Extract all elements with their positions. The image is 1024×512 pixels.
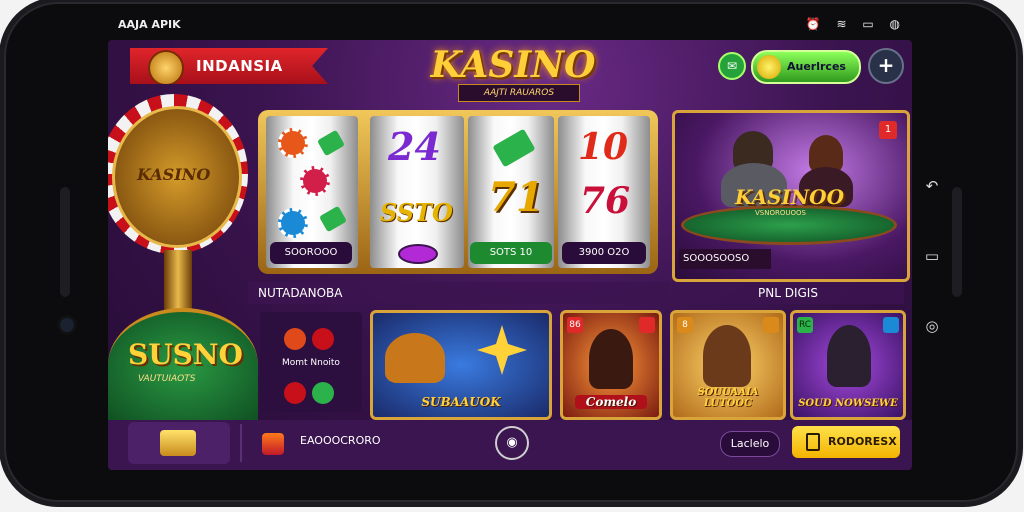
region-label: INDANSIA bbox=[196, 57, 283, 75]
disc-icon bbox=[398, 244, 438, 264]
mini-game-label: Momt Nnoito bbox=[282, 358, 340, 368]
favorite-icon[interactable] bbox=[763, 317, 779, 333]
character-art bbox=[385, 333, 445, 383]
game-card-1[interactable]: SUBAAUOK bbox=[370, 310, 552, 420]
reel-2-mid: SSTO bbox=[380, 198, 453, 227]
chip-icon bbox=[284, 328, 306, 350]
back-nav-icon[interactable]: ↶ bbox=[922, 176, 942, 196]
mini-game-tile[interactable]: Momt Nnoito bbox=[260, 312, 362, 412]
promo-icon[interactable] bbox=[262, 433, 284, 455]
favorite-icon[interactable] bbox=[639, 317, 655, 333]
chip-icon bbox=[300, 166, 330, 196]
live-label: SOOOSOOSO bbox=[679, 249, 771, 269]
reel-3-button[interactable]: SOTS 10 bbox=[470, 242, 552, 264]
deposit-button[interactable]: RODORESX bbox=[792, 426, 900, 458]
section-right: PNL DIGIS bbox=[672, 282, 904, 304]
gem-icon bbox=[492, 128, 536, 168]
coin-icon bbox=[757, 55, 781, 79]
reel-1-button[interactable]: SOOROOO bbox=[270, 242, 352, 264]
live-badge: 1 bbox=[879, 121, 897, 139]
reel-4-symbol: 10 bbox=[578, 126, 629, 168]
status-bar: AAJA APIK ⏰ ≋ ▭ ◍ bbox=[108, 14, 912, 36]
logo-subtitle: AAJTI RAUAROS bbox=[458, 84, 580, 102]
emblem-icon bbox=[148, 50, 184, 84]
speaker-right bbox=[952, 187, 962, 297]
chip-icon bbox=[278, 128, 308, 158]
slot-machine[interactable]: SOOROOO 24 SSTO 71 SOTS 10 10 76 3900 O2… bbox=[258, 110, 658, 274]
gem-icon bbox=[316, 129, 346, 157]
live-subtitle: VSNOROUOOS bbox=[755, 209, 806, 217]
game-card-3[interactable]: 8 SOUUAAIA LUTOOC bbox=[670, 310, 786, 420]
balance-label: Auerlrces bbox=[787, 60, 846, 73]
chat-icon[interactable]: ✉ bbox=[718, 52, 746, 80]
balance-pill[interactable]: Auerlrces bbox=[751, 50, 861, 84]
chip-icon bbox=[312, 328, 334, 350]
deposit-label: RODORESX bbox=[828, 435, 897, 448]
home-button[interactable]: ◉ bbox=[495, 426, 529, 460]
favorite-icon[interactable] bbox=[883, 317, 899, 333]
bottom-nav-text[interactable]: EAOOOCRORO bbox=[300, 434, 381, 447]
reel-4: 10 76 3900 O2O bbox=[558, 116, 650, 268]
gift-button[interactable] bbox=[128, 422, 230, 464]
wheel-center: KASINO bbox=[112, 106, 242, 248]
logo: KASINO AAJTI RAUAROS bbox=[418, 44, 608, 106]
status-icons: ⏰ ≋ ▭ ◍ bbox=[805, 17, 906, 31]
game-card-2[interactable]: 86 Comelo bbox=[560, 310, 662, 420]
game-card-3-tag: 8 bbox=[677, 317, 693, 333]
reel-2-symbol: 24 bbox=[388, 124, 441, 169]
gift-icon bbox=[160, 430, 196, 456]
chip-icon bbox=[312, 382, 334, 404]
logo-title: KASINO bbox=[430, 44, 596, 86]
live-title: KASINOO bbox=[735, 185, 845, 209]
promo-title: SUSNO bbox=[128, 338, 243, 371]
front-camera bbox=[60, 318, 74, 332]
live-casino-card[interactable]: 1 KASINOO VSNOROUOOS SOOOSOOSO bbox=[672, 110, 910, 282]
game-card-2-title: Comelo bbox=[575, 395, 647, 409]
host-avatar bbox=[703, 325, 751, 387]
nav-divider bbox=[240, 424, 242, 462]
language-button[interactable]: Laclelo bbox=[720, 431, 780, 457]
status-carrier: AAJA APIK bbox=[118, 18, 181, 31]
chip-icon bbox=[284, 382, 306, 404]
speaker-left bbox=[60, 187, 70, 297]
region-banner[interactable]: INDANSIA bbox=[130, 48, 328, 84]
chip-icon bbox=[278, 208, 308, 238]
host-avatar bbox=[827, 325, 871, 387]
wallet-icon bbox=[806, 433, 820, 451]
game-card-4-title: SOUD NOWSEWE bbox=[798, 398, 898, 409]
reel-1: SOOROOO bbox=[266, 116, 358, 268]
game-card-1-title: SUBAAUOK bbox=[421, 395, 501, 409]
reel-3: 71 SOTS 10 bbox=[468, 116, 554, 268]
reel-4-mid: 76 bbox=[580, 180, 631, 222]
reel-2: 24 SSTO bbox=[370, 116, 464, 268]
game-card-3-title: SOUUAAIA LUTOOC bbox=[697, 387, 759, 409]
promo-subtitle: VAUTUIAOTS bbox=[138, 374, 196, 384]
game-card-4[interactable]: RC SOUD NOWSEWE bbox=[790, 310, 906, 420]
game-card-2-tag: 86 bbox=[567, 317, 583, 333]
game-card-4-tag: RC bbox=[797, 317, 813, 333]
gem-icon bbox=[318, 205, 348, 233]
game-screen: INDANSIA KASINO AAJTI RAUAROS ✉ Auerlrce… bbox=[108, 40, 912, 470]
host-avatar bbox=[589, 329, 633, 389]
promo-table[interactable]: SUSNO VAUTUIAOTS bbox=[108, 308, 258, 422]
recent-apps-icon[interactable]: ▭ bbox=[922, 246, 942, 266]
section-right-label: PNL DIGIS bbox=[758, 286, 818, 300]
reel-4-button[interactable]: 3900 O2O bbox=[562, 242, 646, 264]
wheel-stand bbox=[164, 250, 192, 310]
reel-3-symbol: 71 bbox=[488, 174, 544, 221]
add-funds-button[interactable]: + bbox=[868, 48, 904, 84]
home-nav-icon[interactable]: ◎ bbox=[922, 316, 942, 336]
roulette-wheel[interactable]: KASINO bbox=[108, 94, 248, 254]
section-left: NUTADANOBA bbox=[248, 282, 670, 304]
wheel-label: KASINO bbox=[137, 165, 211, 184]
star-icon bbox=[477, 325, 527, 375]
section-left-label: NUTADANOBA bbox=[258, 286, 343, 300]
